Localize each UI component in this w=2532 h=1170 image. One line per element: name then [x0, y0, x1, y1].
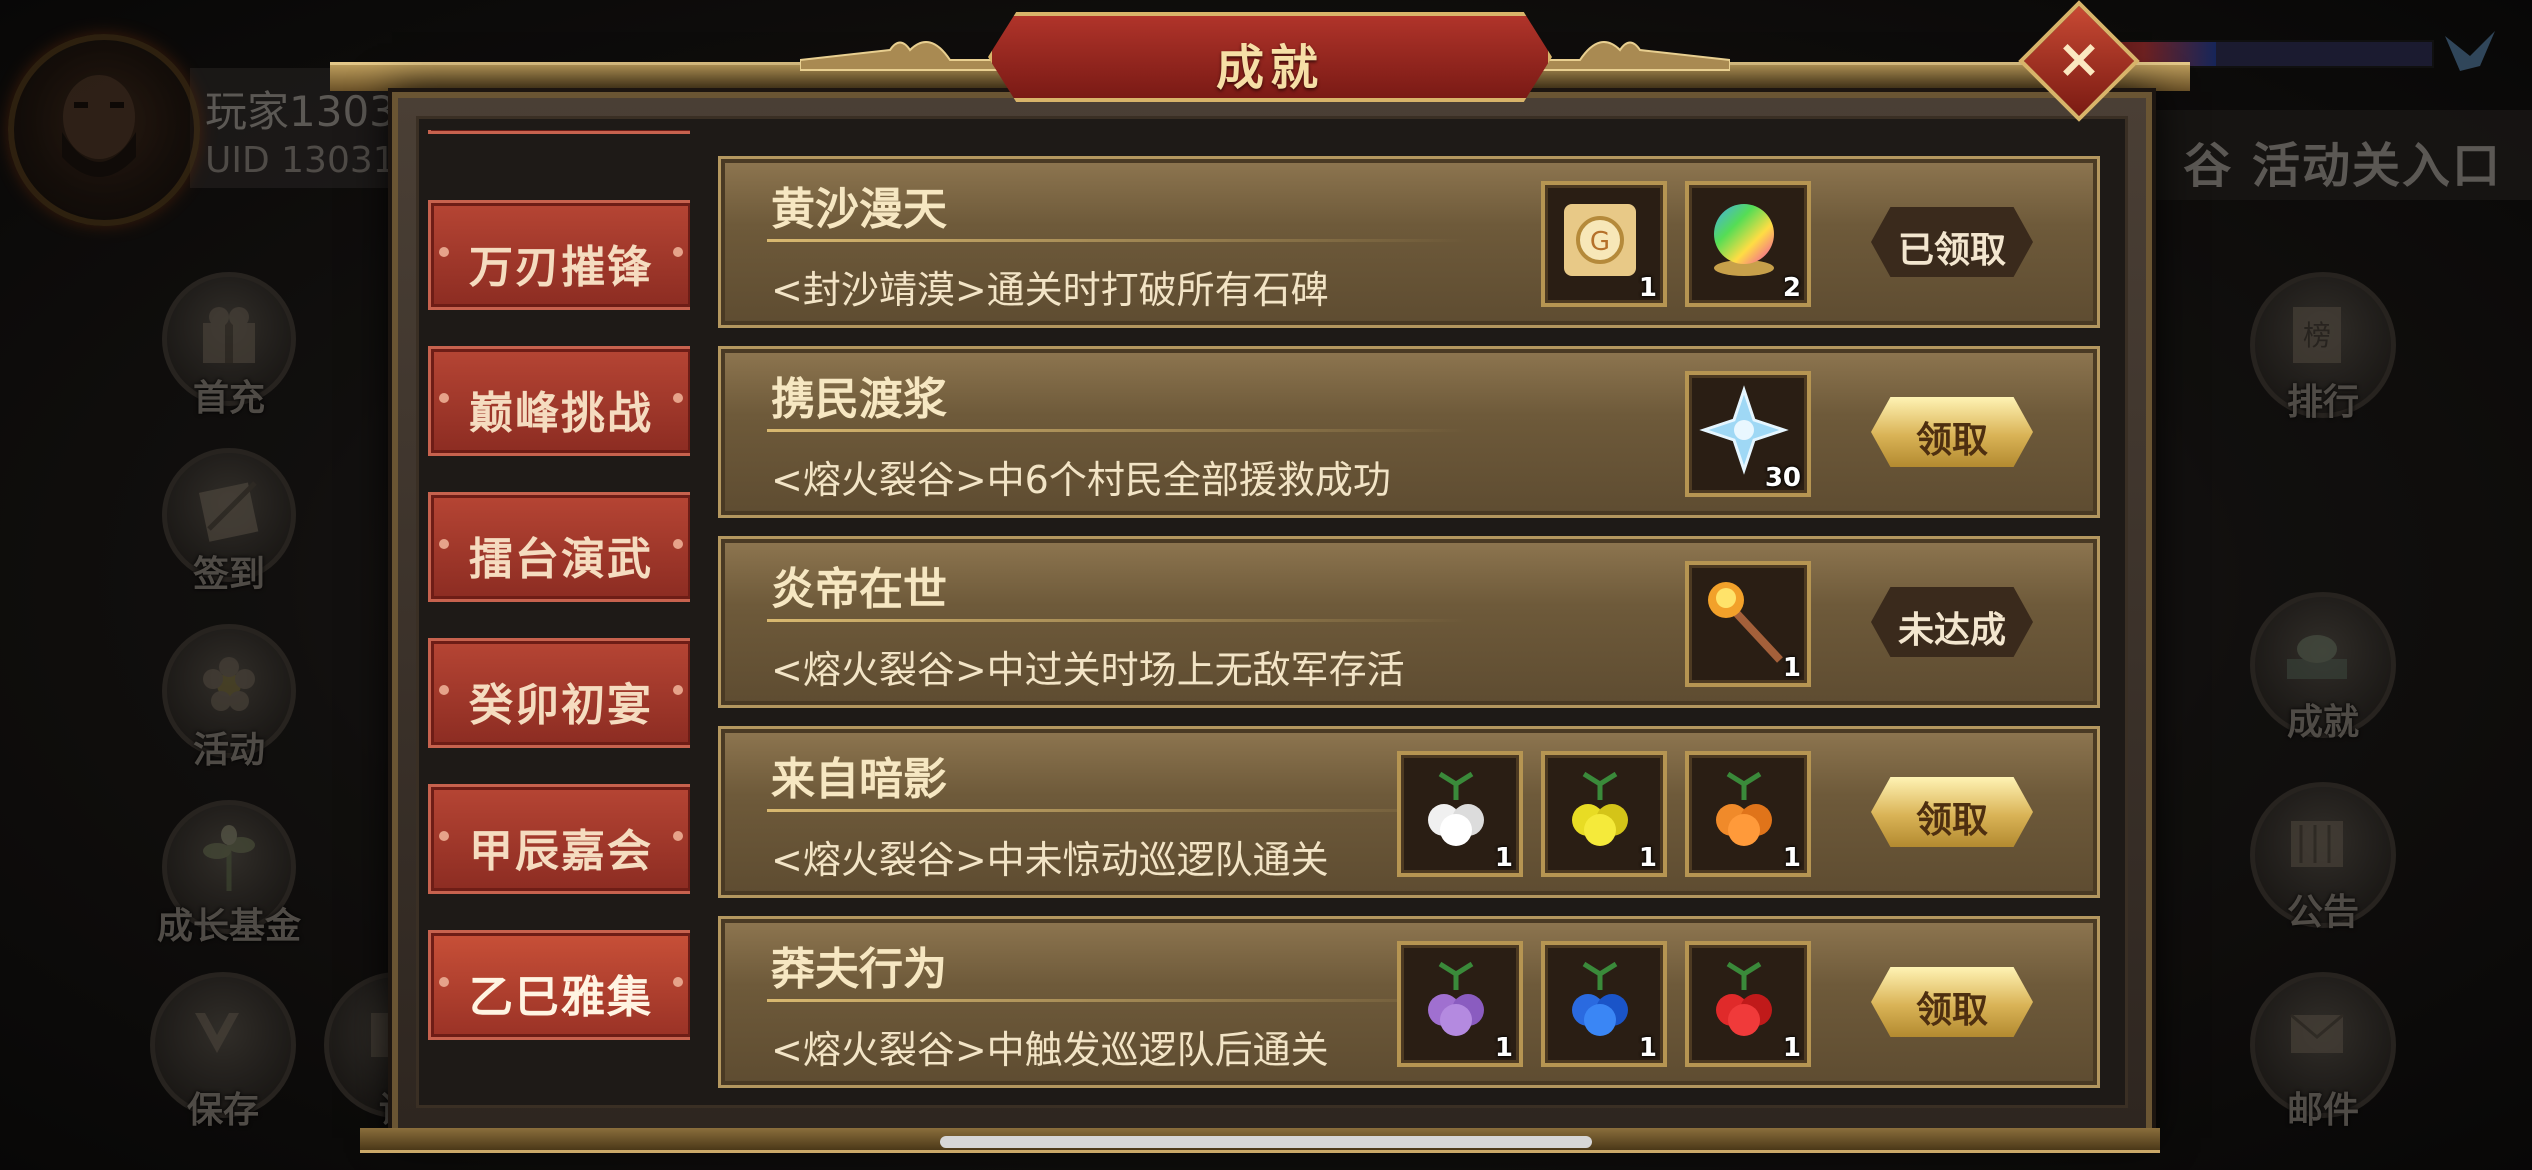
- tab-ornament-dot: [673, 831, 683, 841]
- purple-fruit-icon: [1428, 961, 1484, 1036]
- reward-item[interactable]: 1: [1541, 941, 1667, 1067]
- achievement-desc: <熔火裂谷>中触发巡逻队后通关: [771, 1028, 1329, 1072]
- reward-count: 1: [1638, 1033, 1657, 1063]
- achievement-desc: <熔火裂谷>中未惊动巡逻队通关: [771, 838, 1329, 882]
- flame-torch-icon: [1708, 582, 1783, 663]
- tab-label: 甲辰嘉会: [469, 826, 653, 877]
- close-icon: ×: [2056, 27, 2102, 90]
- blue-fruit-icon: [1572, 961, 1628, 1036]
- claim-label: 领取: [1915, 420, 1988, 461]
- reward-item[interactable]: 2: [1685, 181, 1811, 307]
- reward-item[interactable]: 1: [1685, 751, 1811, 877]
- svg-text:G: G: [1590, 227, 1610, 257]
- reward-item[interactable]: 30: [1685, 371, 1811, 497]
- divider: [767, 809, 1467, 812]
- reward-item[interactable]: 1: [1397, 751, 1523, 877]
- home-indicator[interactable]: [940, 1136, 1592, 1148]
- cloud-ornament-icon: [1530, 41, 1730, 71]
- reward-count: 1: [1782, 653, 1801, 683]
- achievement-row: 莽夫行为 <熔火裂谷>中触发巡逻队后通关 1 1 1 领取: [718, 916, 2100, 1088]
- achievement-row: 黄沙漫天 <封沙靖漠>通关时打破所有石碑 G 1 2 已领取: [718, 156, 2100, 328]
- gold-scroll-icon: G: [1564, 204, 1636, 276]
- divider: [767, 999, 1467, 1002]
- achievement-title: 携民渡浆: [771, 374, 947, 425]
- divider: [767, 619, 1467, 622]
- tab-wanren-cuifeng[interactable]: 万刃摧锋: [428, 200, 690, 310]
- tab-yisi-yaji[interactable]: 乙巳雅集: [428, 930, 690, 1040]
- claim-button[interactable]: 领取: [1871, 777, 2033, 847]
- achievement-title: 来自暗影: [771, 754, 947, 805]
- reward-item[interactable]: G 1: [1541, 181, 1667, 307]
- dialog-title: 成就: [1215, 40, 1324, 96]
- reward-count: 2: [1782, 273, 1801, 303]
- achievement-desc: <封沙靖漠>通关时打破所有石碑: [771, 268, 1329, 312]
- claim-label: 领取: [1915, 800, 1988, 841]
- achievement-title: 黄沙漫天: [771, 184, 947, 235]
- achievement-desc: <熔火裂谷>中过关时场上无敌军存活: [771, 648, 1405, 692]
- tab-leitai-yanwu[interactable]: 擂台演武: [428, 492, 690, 602]
- achievement-list[interactable]: 黄沙漫天 <封沙靖漠>通关时打破所有石碑 G 1 2 已领取 携民渡浆 <熔火裂…: [706, 130, 2116, 1090]
- reward-item[interactable]: 1: [1685, 561, 1811, 687]
- claimed-status-badge: 已领取: [1871, 207, 2033, 277]
- tab-dianfeng-tiaozhan[interactable]: 巅峰挑战: [428, 346, 690, 456]
- claim-button[interactable]: 领取: [1871, 397, 2033, 467]
- red-fruit-icon: [1716, 961, 1772, 1036]
- reward-item[interactable]: 1: [1541, 751, 1667, 877]
- tab-label: 万刃摧锋: [469, 242, 653, 293]
- tab-label: 擂台演武: [469, 534, 653, 585]
- achievement-row: 携民渡浆 <熔火裂谷>中6个村民全部援救成功 30 领取: [718, 346, 2100, 518]
- reward-count: 1: [1494, 843, 1513, 873]
- tab-ornament-dot: [673, 685, 683, 695]
- status-label: 已领取: [1897, 230, 2006, 271]
- game-screen: 玩家1303 UID 130311 谷 活动关入口 首充 签到 活动 成长基金 …: [0, 0, 2532, 1170]
- tab-ornament-dot: [673, 539, 683, 549]
- achievement-title: 莽夫行为: [771, 944, 947, 995]
- divider: [767, 239, 1467, 242]
- reward-count: 1: [1638, 843, 1657, 873]
- claim-button[interactable]: 领取: [1871, 967, 2033, 1037]
- dialog-title-plate: 成就: [988, 12, 1552, 102]
- reward-count: 1: [1782, 843, 1801, 873]
- reward-count: 1: [1638, 273, 1657, 303]
- cloud-ornament-icon: [800, 41, 1000, 71]
- status-label: 未达成: [1897, 610, 2006, 651]
- achievement-row: 炎帝在世 <熔火裂谷>中过关时场上无敌军存活 1 未达成: [718, 536, 2100, 708]
- tab-ornament-dot: [673, 977, 683, 987]
- tab-jiachen-jiahui[interactable]: 甲辰嘉会: [428, 784, 690, 894]
- reward-item[interactable]: 1: [1685, 941, 1811, 1067]
- tab-ornament-dot: [673, 247, 683, 257]
- tab-label: 癸卯初宴: [469, 680, 653, 731]
- achievement-title: 炎帝在世: [771, 564, 947, 615]
- tab-label: 巅峰挑战: [469, 388, 653, 439]
- tab-partial[interactable]: [428, 130, 690, 134]
- white-fruit-icon: [1428, 771, 1484, 846]
- reward-count: 1: [1494, 1033, 1513, 1063]
- claim-label: 领取: [1915, 990, 1988, 1031]
- tab-label: 乙巳雅集: [469, 972, 653, 1023]
- category-tabs: 万刃摧锋 巅峰挑战 擂台演武 癸卯初宴 甲辰嘉会 乙巳雅集: [428, 130, 690, 1090]
- tab-ornament-dot: [673, 393, 683, 403]
- rainbow-orb-icon: [1714, 204, 1774, 276]
- tab-guimao-chuyan[interactable]: 癸卯初宴: [428, 638, 690, 748]
- orange-fruit-icon: [1716, 771, 1772, 846]
- reward-item[interactable]: 1: [1397, 941, 1523, 1067]
- yellow-fruit-icon: [1572, 771, 1628, 846]
- reward-count: 1: [1782, 1033, 1801, 1063]
- achievement-desc: <熔火裂谷>中6个村民全部援救成功: [771, 458, 1391, 502]
- reward-count: 30: [1764, 463, 1801, 493]
- achievement-row: 来自暗影 <熔火裂谷>中未惊动巡逻队通关 1 1 1 领取: [718, 726, 2100, 898]
- not-achieved-badge: 未达成: [1871, 587, 2033, 657]
- divider: [767, 429, 1467, 432]
